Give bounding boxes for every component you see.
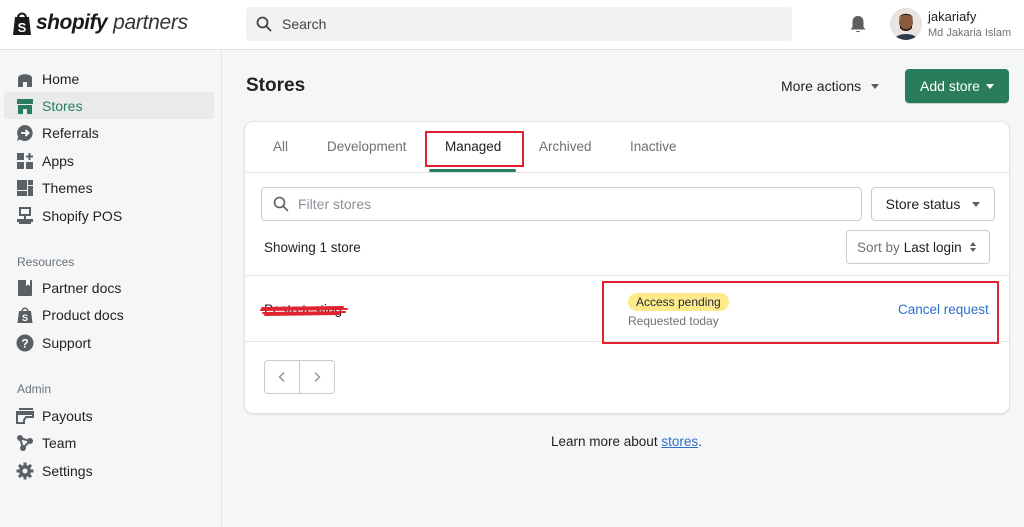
- team-icon: [17, 434, 33, 451]
- section-label-resources: Resources: [17, 255, 75, 269]
- annotation-highlight-managed-tab: [425, 131, 524, 167]
- sidebar-item-label: Partner docs: [42, 279, 122, 296]
- tab-development[interactable]: Development: [327, 139, 407, 154]
- stores-card: All Development Managed Archived Inactiv…: [245, 122, 1009, 413]
- payouts-icon: [16, 407, 34, 424]
- sort-by-select[interactable]: Sort by Last login: [846, 230, 990, 264]
- sidebar-item-themes[interactable]: Themes: [4, 174, 214, 201]
- store-row[interactable]: Pesto testing Access pending Requested t…: [245, 275, 1009, 344]
- shopify-bag-icon: S: [13, 12, 31, 35]
- filter-stores-input[interactable]: Filter stores: [261, 187, 862, 221]
- tab-archived[interactable]: Archived: [539, 139, 592, 154]
- search-icon: [273, 196, 289, 212]
- sort-arrows-icon: [969, 242, 976, 252]
- caret-down-icon: [985, 83, 994, 89]
- pos-icon: [17, 206, 33, 224]
- next-page-button[interactable]: [299, 361, 334, 393]
- sidebar-item-label: Team: [42, 434, 77, 451]
- shopify-bag-icon: S: [17, 306, 33, 323]
- filter-placeholder: Filter stores: [298, 196, 372, 212]
- svg-text:S: S: [22, 313, 28, 323]
- caret-down-icon: [972, 201, 981, 207]
- section-label-admin: Admin: [17, 382, 52, 396]
- add-store-label: Add store: [920, 78, 980, 94]
- apps-icon: [17, 152, 33, 169]
- sidebar-item-label: Payouts: [42, 407, 93, 424]
- referrals-icon: [17, 124, 33, 141]
- caret-down-icon: [871, 83, 880, 89]
- sort-label: Sort by: [857, 239, 900, 255]
- sidebar-item-apps[interactable]: Apps: [4, 147, 214, 174]
- sort-value: Last login: [903, 239, 962, 255]
- global-search-input[interactable]: Search: [246, 7, 792, 41]
- sidebar-item-team[interactable]: Team: [4, 429, 214, 456]
- search-icon: [256, 16, 272, 32]
- shopify-partners-logo[interactable]: S shopify partners: [12, 10, 188, 36]
- store-tabs: All Development Managed Archived Inactiv…: [245, 122, 1009, 173]
- sidebar-item-label: Stores: [42, 97, 83, 114]
- results-count: Showing 1 store: [264, 240, 361, 255]
- top-bar: S shopify partners Search jakariafy Md J…: [0, 0, 1024, 50]
- add-store-button[interactable]: Add store: [905, 69, 1009, 103]
- learn-more-footer: Learn more about stores.: [551, 434, 702, 449]
- sidebar-item-label: Apps: [42, 152, 74, 169]
- sidebar-nav: Home Stores Referrals Apps Themes Shopif…: [0, 51, 222, 527]
- svg-text:S: S: [18, 20, 27, 35]
- sidebar-item-label: Support: [42, 334, 92, 351]
- book-icon: [18, 279, 32, 296]
- stores-help-link[interactable]: stores: [661, 434, 698, 449]
- sidebar-item-partner-docs[interactable]: Partner docs: [4, 274, 214, 301]
- brand-suffix: partners: [113, 11, 188, 34]
- themes-icon: [17, 179, 33, 196]
- redaction-scribble: [260, 306, 348, 316]
- sidebar-item-label: Home: [42, 70, 80, 87]
- page-title: Stores: [246, 75, 306, 96]
- home-icon: [18, 73, 32, 87]
- user-full-name: Md Jakaria Islam: [928, 27, 1012, 39]
- active-tab-indicator: [429, 169, 516, 172]
- more-actions-label: More actions: [781, 78, 862, 94]
- brand-name: shopify: [36, 11, 108, 34]
- user-avatar[interactable]: [890, 8, 922, 40]
- more-actions-button[interactable]: More actions: [781, 78, 880, 94]
- sidebar-item-label: Themes: [42, 179, 93, 196]
- store-status-label: Store status: [885, 196, 961, 212]
- previous-page-button[interactable]: [265, 361, 299, 393]
- sidebar-item-label: Referrals: [42, 124, 99, 141]
- chevron-left-icon: [278, 372, 285, 382]
- store-status-dropdown[interactable]: Store status: [871, 187, 995, 221]
- search-placeholder: Search: [282, 16, 327, 32]
- sidebar-item-shopify-pos[interactable]: Shopify POS: [4, 202, 214, 229]
- sidebar-item-label: Shopify POS: [42, 207, 123, 224]
- store-icon: [17, 98, 33, 114]
- notifications-bell-icon[interactable]: [849, 14, 867, 34]
- question-icon: ?: [16, 334, 34, 351]
- sidebar-item-payouts[interactable]: Payouts: [4, 402, 214, 429]
- sidebar-item-home[interactable]: Home: [4, 65, 214, 92]
- sidebar-item-product-docs[interactable]: S Product docs: [4, 301, 214, 328]
- gear-icon: [16, 462, 34, 479]
- avatar-image: [890, 8, 922, 40]
- sidebar-item-label: Settings: [42, 462, 93, 479]
- chevron-right-icon: [314, 372, 321, 382]
- sidebar-item-referrals[interactable]: Referrals: [4, 119, 214, 146]
- svg-text:?: ?: [21, 336, 28, 350]
- pagination: [264, 360, 335, 394]
- sidebar-item-label: Product docs: [42, 306, 124, 323]
- sidebar-item-stores[interactable]: Stores: [4, 92, 214, 119]
- user-username[interactable]: jakariafy: [928, 9, 976, 24]
- footer-suffix: .: [698, 434, 702, 449]
- footer-text: Learn more about: [551, 434, 662, 449]
- sidebar-item-support[interactable]: ? Support: [4, 329, 214, 356]
- sidebar-item-settings[interactable]: Settings: [4, 457, 214, 484]
- tab-inactive[interactable]: Inactive: [630, 139, 677, 154]
- annotation-highlight-request: [602, 281, 999, 344]
- tab-all[interactable]: All: [273, 139, 288, 154]
